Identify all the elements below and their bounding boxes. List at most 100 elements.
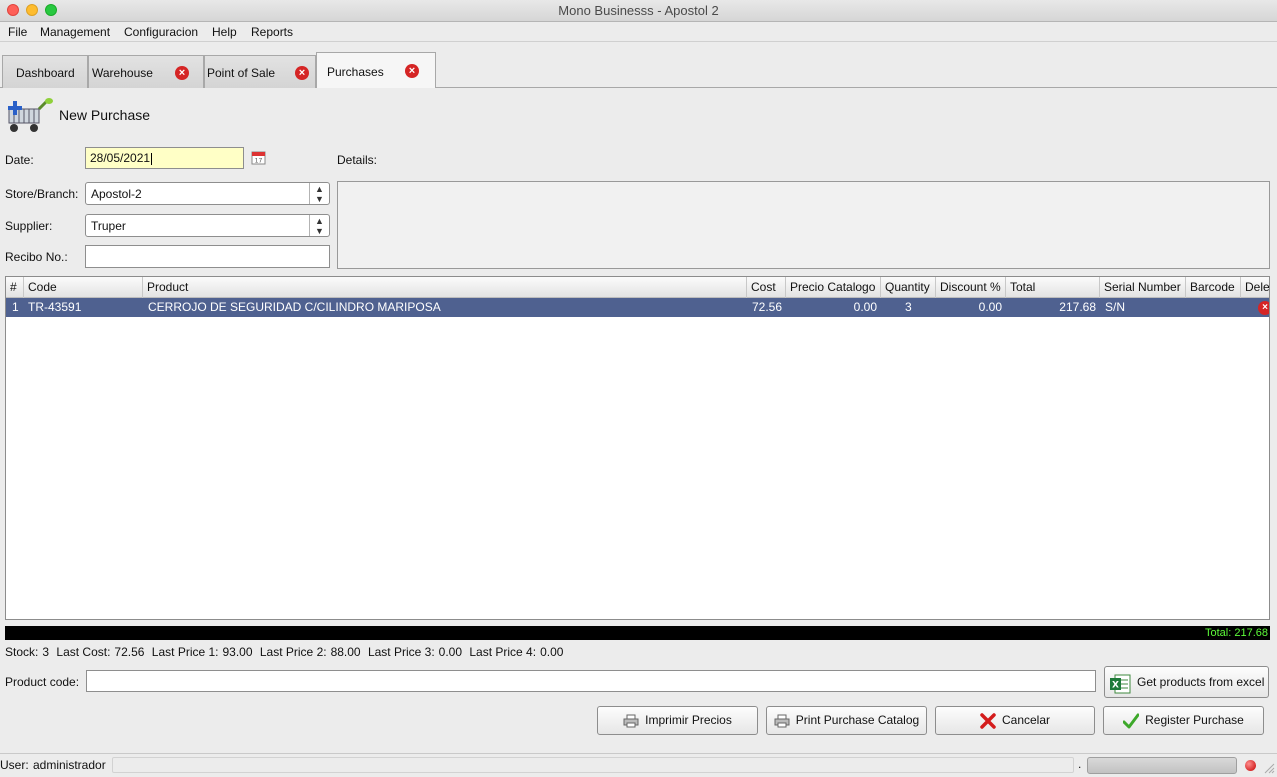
details-label: Details:	[337, 153, 378, 167]
chevron-updown-icon: ▲ ▼	[309, 215, 329, 236]
menu-bar: File Management Configuracion Help Repor…	[0, 22, 1277, 42]
window-minimize-button[interactable]	[26, 4, 38, 16]
window-close-button[interactable]	[7, 4, 19, 16]
svg-text:17: 17	[255, 158, 263, 165]
product-code-input[interactable]	[86, 670, 1096, 692]
title-bar: Mono Businesss - Apostol 2	[0, 0, 1277, 22]
cell-code: TR-43591	[28, 300, 82, 314]
menu-configuracion[interactable]: Configuracion	[124, 25, 198, 39]
last-price-3-label: Last Price 3:	[367, 645, 435, 659]
delete-row-icon[interactable]: ×	[1258, 301, 1269, 315]
cell-product: CERROJO DE SEGURIDAD C/CILINDRO MARIPOSA	[148, 300, 441, 314]
tab-label: Dashboard	[16, 66, 75, 80]
shopping-cart-add-icon	[5, 97, 53, 135]
cancelar-button[interactable]: Cancelar	[935, 706, 1095, 735]
store-value: Apostol-2	[91, 187, 142, 201]
menu-help[interactable]: Help	[212, 25, 237, 39]
last-price-3-value: 0.00	[438, 645, 463, 659]
resize-grip-icon[interactable]	[1263, 762, 1275, 774]
tab-label: Point of Sale	[207, 66, 276, 80]
column-header-product[interactable]: Product	[143, 277, 747, 298]
imprimir-precios-label: Imprimir Precios	[645, 713, 732, 727]
cell-barcode	[1186, 298, 1241, 317]
column-header-quantity[interactable]: Quantity	[881, 277, 936, 298]
last-price-4-label: Last Price 4:	[469, 645, 537, 659]
calendar-icon[interactable]: 17	[251, 150, 266, 165]
close-icon[interactable]: ×	[295, 66, 309, 80]
tab-point-of-sale[interactable]: Point of Sale ×	[204, 55, 316, 88]
cancelar-label: Cancelar	[1001, 713, 1051, 727]
status-bar: User: administrador .	[0, 753, 1277, 775]
menu-file[interactable]: File	[8, 25, 27, 39]
close-icon[interactable]: ×	[405, 64, 419, 78]
red-x-icon	[980, 707, 996, 734]
window-maximize-button[interactable]	[45, 4, 57, 16]
checkmark-icon	[1122, 707, 1140, 734]
purchase-items-table: # Code Product Cost Precio Catalogo Quan…	[5, 276, 1270, 620]
total-bar: Total: 217.68	[5, 626, 1270, 640]
table-header: # Code Product Cost Precio Catalogo Quan…	[6, 277, 1269, 298]
table-row[interactable]: 1 TR-43591 CERROJO DE SEGURIDAD C/CILIND…	[6, 298, 1269, 317]
print-purchase-catalog-button[interactable]: Print Purchase Catalog	[766, 706, 927, 735]
column-header-num[interactable]: #	[6, 277, 24, 298]
recibo-input[interactable]	[85, 245, 330, 268]
purchase-panel: New Purchase Date: 28/05/2021 17 Details…	[0, 88, 1277, 748]
menu-management[interactable]: Management	[40, 25, 110, 39]
cell-serial-number: S/N	[1105, 300, 1126, 314]
column-header-cost[interactable]: Cost	[747, 277, 786, 298]
last-cost-value: 72.56	[114, 645, 145, 659]
page-title: New Purchase	[59, 107, 151, 123]
cell-num: 1	[12, 300, 19, 314]
last-cost-label: Last Cost:	[56, 645, 111, 659]
supplier-select[interactable]: Truper ▲ ▼	[85, 214, 330, 237]
progress-bar	[1087, 757, 1237, 774]
cell-precio-catalogo: 0.00	[853, 300, 877, 314]
column-header-serial-number[interactable]: Serial Number	[1100, 277, 1186, 298]
excel-button-label: Get products from excel	[1137, 675, 1265, 689]
column-header-barcode[interactable]: Barcode	[1186, 277, 1241, 298]
cell-quantity: 3	[905, 300, 912, 314]
column-header-delete[interactable]: Dele	[1241, 277, 1269, 298]
tab-label: Purchases	[327, 65, 384, 79]
tab-dashboard[interactable]: Dashboard	[2, 55, 88, 88]
window-title: Mono Businesss - Apostol 2	[558, 3, 719, 18]
stock-value: 3	[42, 645, 50, 659]
menu-reports[interactable]: Reports	[251, 25, 293, 39]
status-dot: .	[1078, 757, 1082, 771]
column-header-code[interactable]: Code	[24, 277, 143, 298]
last-price-2-label: Last Price 2:	[259, 645, 327, 659]
get-products-from-excel-button[interactable]: X Get products from excel	[1104, 666, 1269, 698]
date-label: Date:	[5, 153, 34, 167]
tab-warehouse[interactable]: Warehouse ×	[88, 55, 204, 88]
tab-label: Warehouse	[92, 66, 153, 80]
column-header-precio-catalogo[interactable]: Precio Catalogo	[786, 277, 881, 298]
supplier-label: Supplier:	[5, 219, 53, 233]
date-value: 28/05/2021	[90, 151, 151, 165]
cell-cost: 72.56	[751, 300, 782, 314]
last-price-1-value: 93.00	[222, 645, 253, 659]
details-textarea[interactable]	[337, 181, 1270, 269]
supplier-value: Truper	[91, 219, 126, 233]
last-price-1-label: Last Price 1:	[151, 645, 219, 659]
user-value: administrador	[33, 758, 106, 772]
total-label: Total: 217.68	[1205, 627, 1268, 639]
tab-strip: Dashboard Warehouse × Point of Sale × Pu…	[0, 52, 1277, 89]
last-price-4-value: 0.00	[540, 645, 564, 659]
date-input[interactable]: 28/05/2021	[85, 147, 244, 169]
register-purchase-label: Register Purchase	[1145, 713, 1244, 727]
user-label: User:	[0, 758, 29, 772]
tab-purchases[interactable]: Purchases ×	[316, 52, 436, 89]
connection-status-icon	[1245, 760, 1256, 771]
stock-info: Stock: 3 Last Cost: 72.56 Last Price 1: 93.…	[5, 645, 567, 659]
column-header-total[interactable]: Total	[1006, 277, 1100, 298]
last-price-2-value: 88.00	[330, 645, 361, 659]
register-purchase-button[interactable]: Register Purchase	[1103, 706, 1264, 735]
store-select[interactable]: Apostol-2 ▲ ▼	[85, 182, 330, 205]
column-header-discount[interactable]: Discount %	[936, 277, 1006, 298]
printer-icon	[623, 707, 639, 734]
print-purchase-catalog-label: Print Purchase Catalog	[795, 713, 920, 727]
close-icon[interactable]: ×	[175, 66, 189, 80]
stock-label: Stock:	[5, 645, 39, 659]
cell-total: 217.68	[1059, 300, 1096, 314]
imprimir-precios-button[interactable]: Imprimir Precios	[597, 706, 758, 735]
